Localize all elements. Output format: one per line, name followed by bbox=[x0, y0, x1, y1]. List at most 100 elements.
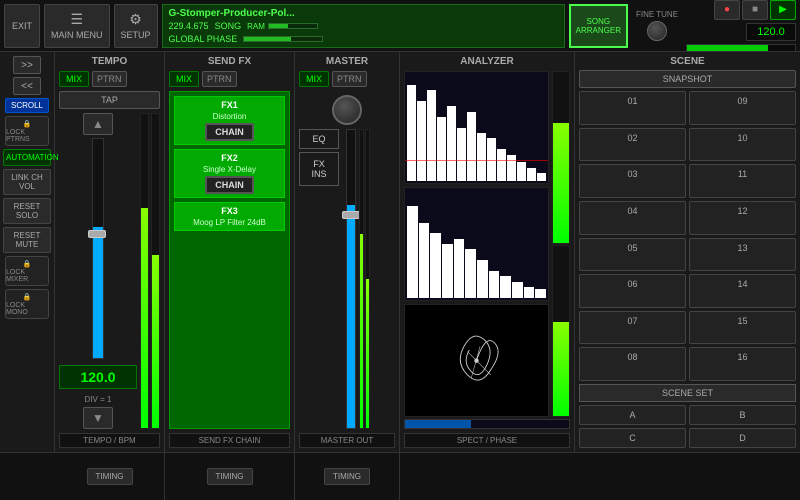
tap-button[interactable]: TAP bbox=[59, 91, 160, 109]
scene-letters-grid: A B C D bbox=[579, 405, 796, 448]
lissajous-svg bbox=[405, 305, 548, 416]
master-section: MASTER MIX PTRN EQ FX INS bbox=[295, 52, 400, 452]
master-timing-button[interactable]: TIMING bbox=[324, 468, 370, 485]
tempo-fader-handle[interactable] bbox=[88, 230, 106, 238]
fx2-name: FX2 bbox=[221, 153, 238, 163]
master-ptrn-button[interactable]: PTRN bbox=[332, 71, 367, 87]
sendfx-bottom-label: SEND FX CHAIN bbox=[169, 433, 290, 448]
nav-forward-button[interactable]: >> bbox=[13, 56, 41, 74]
master-fader-track-1 bbox=[346, 129, 356, 429]
scene-num-11[interactable]: 11 bbox=[689, 164, 796, 198]
progress-fill bbox=[687, 45, 768, 51]
spec-bar bbox=[507, 155, 516, 182]
song-arranger-button[interactable]: SONG ARRANGER bbox=[569, 4, 628, 48]
scene-letter-b[interactable]: B bbox=[689, 405, 796, 425]
fine-tune-area: FINE TUNE bbox=[632, 4, 682, 48]
chain2-button[interactable]: CHAIN bbox=[205, 176, 254, 194]
scene-num-06[interactable]: 06 bbox=[579, 274, 686, 308]
sendfx-section: SEND FX MIX PTRN FX1 Distortion CHAIN FX… bbox=[165, 52, 295, 452]
scene-num-15[interactable]: 15 bbox=[689, 311, 796, 345]
sendfx-mix-button[interactable]: MIX bbox=[169, 71, 199, 87]
fx1-sub: Distortion bbox=[213, 112, 247, 121]
scene-title: SCENE bbox=[579, 56, 796, 67]
tempo-up-button[interactable]: ▲ bbox=[83, 113, 113, 135]
master-vu-1 bbox=[359, 129, 364, 429]
snapshot-button[interactable]: SNAPSHOT bbox=[579, 70, 796, 88]
fx-chain-area: FX1 Distortion CHAIN FX2 Single X-Delay … bbox=[169, 91, 290, 429]
sendfx-timing-button[interactable]: TIMING bbox=[207, 468, 253, 485]
master-eq-ins: EQ FX INS bbox=[299, 129, 339, 429]
spec-bar bbox=[489, 271, 500, 298]
clip-line bbox=[405, 160, 548, 161]
lock-mono-button[interactable]: 🔒 LOCK MONO bbox=[5, 289, 49, 319]
master-bottom-section: TIMING bbox=[295, 453, 400, 500]
chain1-button[interactable]: CHAIN bbox=[205, 123, 254, 141]
analyzer-progress-fill bbox=[405, 420, 471, 428]
scene-num-09[interactable]: 09 bbox=[689, 91, 796, 125]
tempo-timing-button[interactable]: TIMING bbox=[87, 468, 133, 485]
song-title: G-Stomper-Producer-Pol... bbox=[169, 8, 558, 19]
tempo-ptrn-button[interactable]: PTRN bbox=[92, 71, 127, 87]
scene-num-05[interactable]: 05 bbox=[579, 238, 686, 272]
lock-mixer-button[interactable]: 🔒 LOCK MIXER bbox=[5, 256, 49, 286]
scene-num-04[interactable]: 04 bbox=[579, 201, 686, 235]
spec-bar bbox=[477, 133, 486, 181]
scene-num-08[interactable]: 08 bbox=[579, 347, 686, 381]
fine-tune-label: FINE TUNE bbox=[636, 10, 678, 19]
master-fader-handle-1[interactable] bbox=[342, 211, 360, 219]
master-knob[interactable] bbox=[332, 95, 362, 125]
scene-num-13[interactable]: 13 bbox=[689, 238, 796, 272]
main-menu-button[interactable]: ☰ MAIN MENU bbox=[44, 4, 110, 48]
tempo-down-button[interactable]: ▼ bbox=[83, 407, 113, 429]
spec-bar bbox=[517, 162, 526, 181]
automation-button[interactable]: AUTOMATION bbox=[3, 149, 51, 166]
tempo-section: TEMPO MIX PTRN TAP ▲ 120.0 DIV = 1 ▼ bbox=[55, 52, 165, 452]
spec-bar bbox=[417, 101, 426, 181]
scene-num-16[interactable]: 16 bbox=[689, 347, 796, 381]
sendfx-mix-ptrn-row: MIX PTRN bbox=[169, 71, 290, 87]
vu-strip-1 bbox=[140, 113, 149, 429]
scene-num-01[interactable]: 01 bbox=[579, 91, 686, 125]
scene-letter-d[interactable]: D bbox=[689, 428, 796, 448]
menu-icon: ☰ bbox=[70, 11, 83, 28]
tempo-fader-fill bbox=[93, 227, 103, 358]
nav-back-button[interactable]: << bbox=[13, 77, 41, 95]
spec-bar bbox=[407, 85, 416, 182]
exit-button[interactable]: EXIT bbox=[4, 4, 40, 48]
eq-button[interactable]: EQ bbox=[299, 129, 339, 149]
scene-letter-a[interactable]: A bbox=[579, 405, 686, 425]
stop-button[interactable]: ■ bbox=[742, 0, 768, 20]
tempo-bottom-section: TIMING bbox=[55, 453, 165, 500]
fine-tune-knob[interactable] bbox=[647, 21, 667, 41]
scene-num-14[interactable]: 14 bbox=[689, 274, 796, 308]
lock-mono-icon: 🔒 bbox=[23, 293, 32, 301]
scene-num-03[interactable]: 03 bbox=[579, 164, 686, 198]
spec-bar bbox=[467, 112, 476, 182]
spec-bar bbox=[437, 117, 446, 181]
sendfx-bottom-section: TIMING bbox=[165, 453, 295, 500]
scene-num-02[interactable]: 02 bbox=[579, 128, 686, 162]
play-button[interactable]: ▶ bbox=[770, 0, 796, 20]
tempo-mix-button[interactable]: MIX bbox=[59, 71, 89, 87]
record-button[interactable]: ● bbox=[714, 0, 740, 20]
scene-num-10[interactable]: 10 bbox=[689, 128, 796, 162]
scroll-button[interactable]: SCROLL bbox=[5, 98, 49, 113]
spec-bar bbox=[427, 90, 436, 181]
global-phase-label: GLOBAL PHASE bbox=[169, 34, 238, 44]
link-ch-vol-button[interactable]: LINK CH VOL bbox=[3, 169, 51, 195]
master-mix-button[interactable]: MIX bbox=[299, 71, 329, 87]
scene-set-button[interactable]: SCENE SET bbox=[579, 384, 796, 402]
scene-num-12[interactable]: 12 bbox=[689, 201, 796, 235]
spec-bar bbox=[465, 249, 476, 297]
scene-letter-c[interactable]: C bbox=[579, 428, 686, 448]
scene-section: SCENE SNAPSHOT 01 09 02 10 03 11 04 12 0… bbox=[575, 52, 800, 452]
spectrum-panel-2 bbox=[404, 187, 549, 300]
sendfx-ptrn-button[interactable]: PTRN bbox=[202, 71, 237, 87]
reset-solo-button[interactable]: RESET SOLO bbox=[3, 198, 51, 224]
fxins-button[interactable]: FX INS bbox=[299, 152, 339, 186]
analyzer-vu-meters bbox=[552, 71, 570, 417]
reset-mute-button[interactable]: RESET MUTE bbox=[3, 227, 51, 253]
scene-num-07[interactable]: 07 bbox=[579, 311, 686, 345]
setup-button[interactable]: ⚙ SETUP bbox=[114, 4, 158, 48]
lock-ptrns-button[interactable]: 🔒 LOCK PTRNS bbox=[5, 116, 49, 146]
